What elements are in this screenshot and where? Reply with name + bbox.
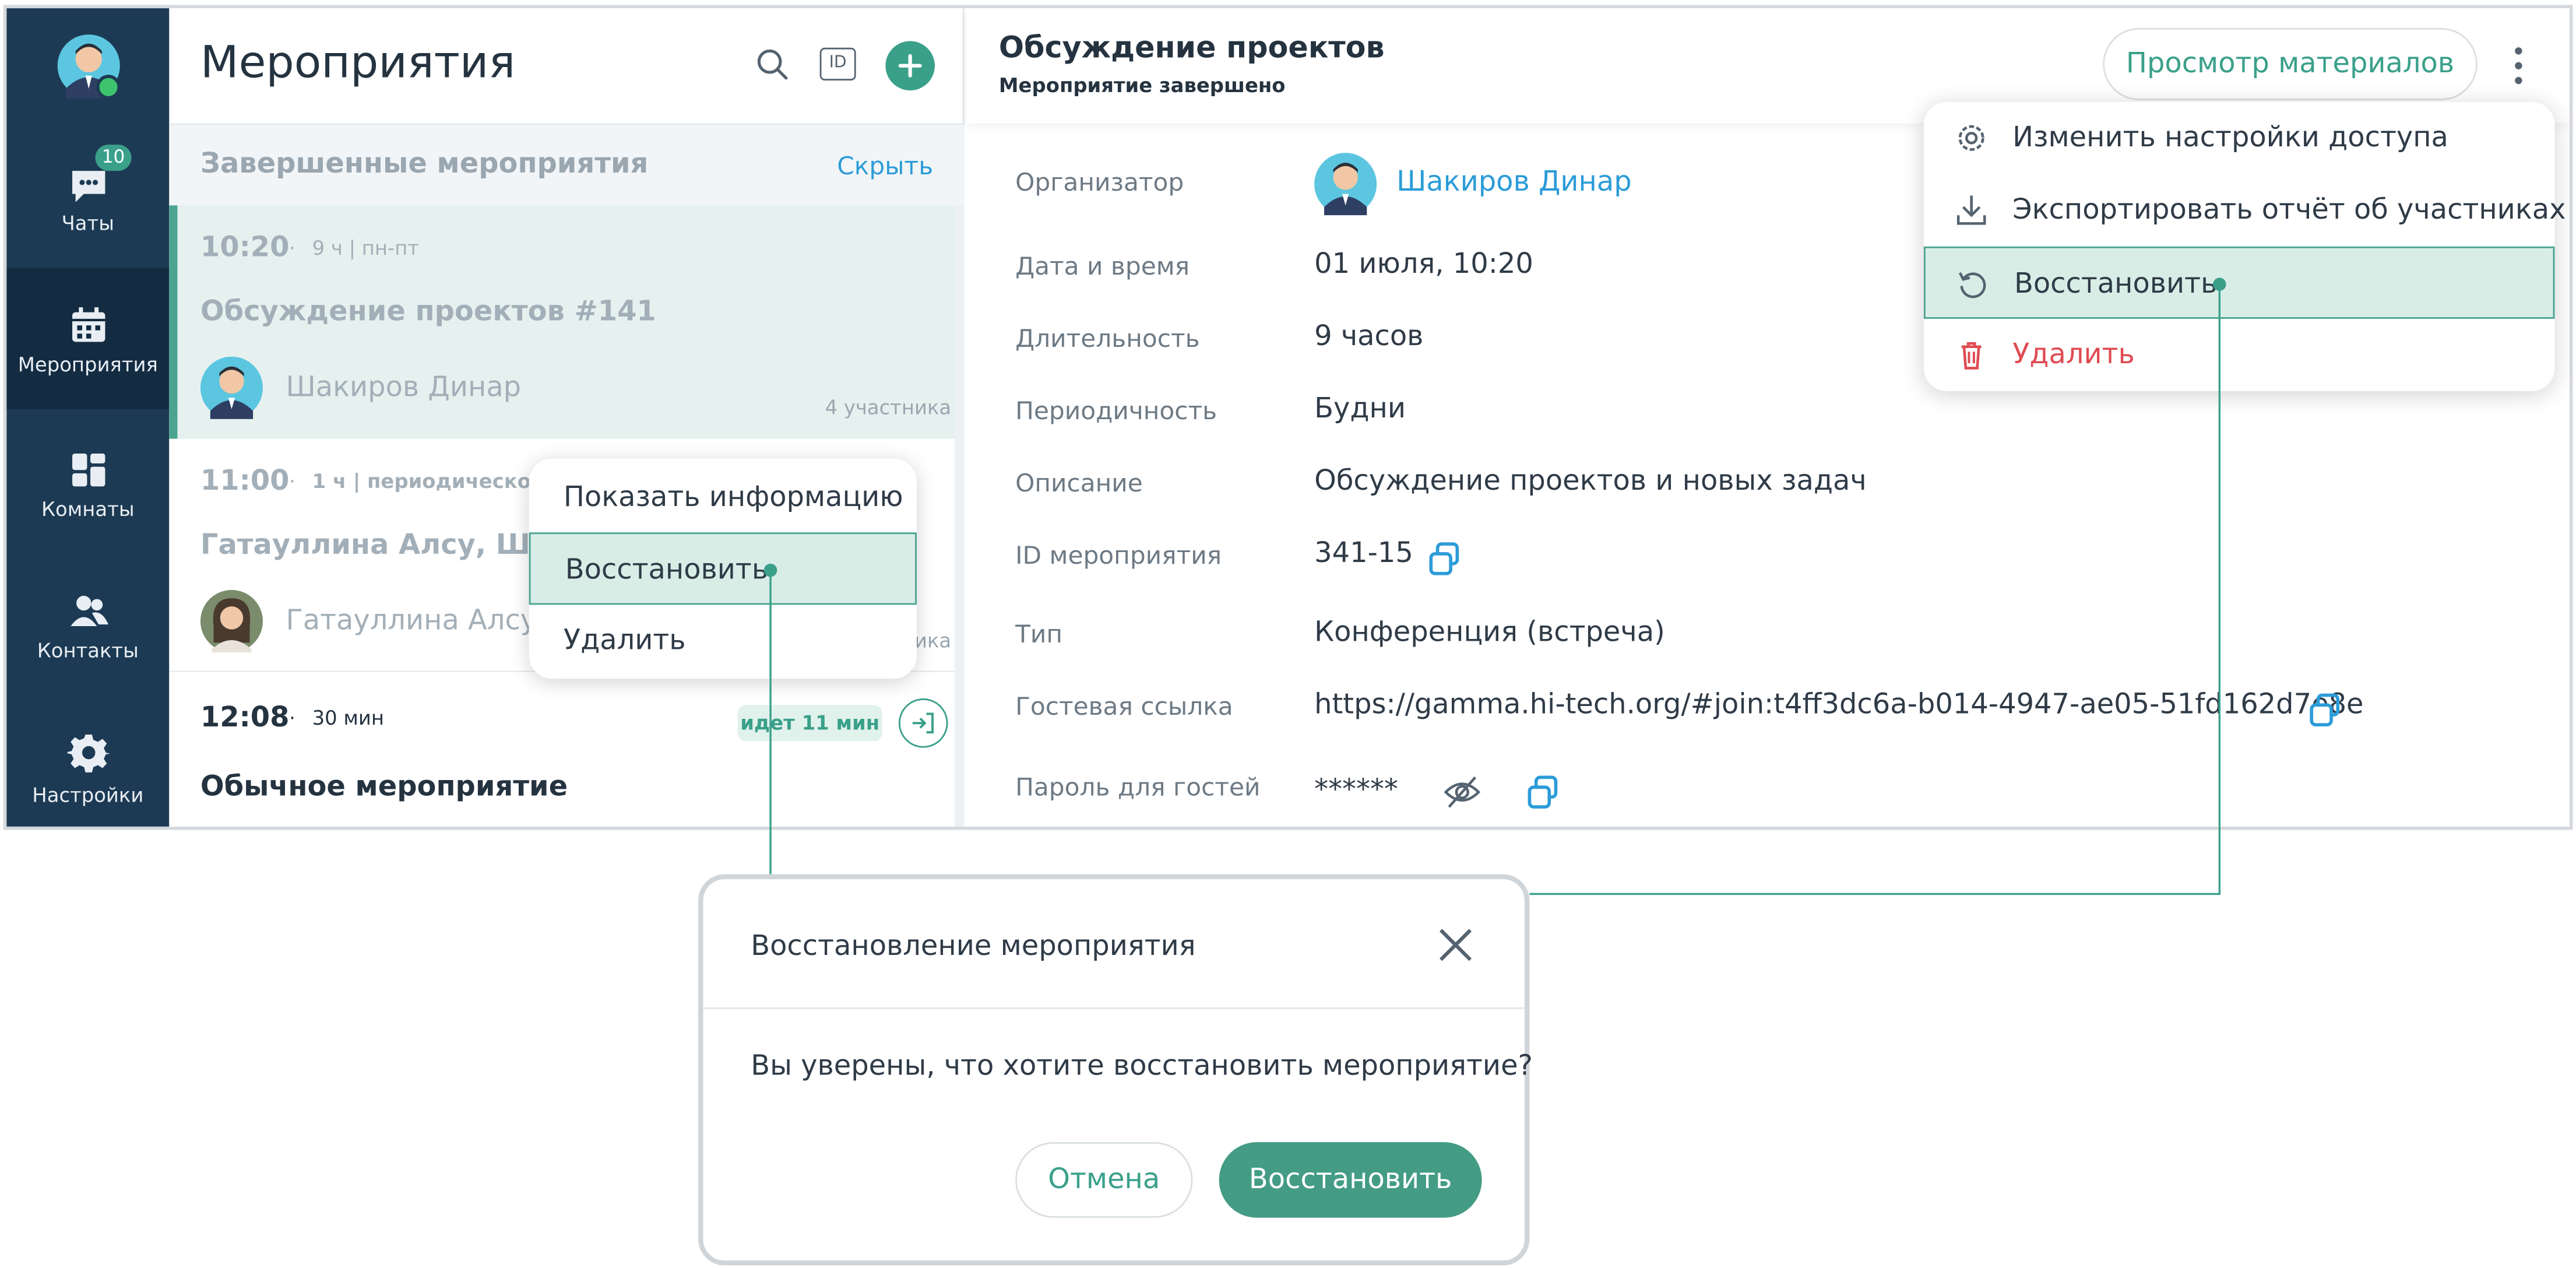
- event-meta: 30 мин: [312, 707, 385, 730]
- event-item[interactable]: 10:20 · 9 ч | пн-пт Обсуждение проектов …: [169, 205, 965, 439]
- chat-icon: [72, 171, 105, 202]
- hide-section-link[interactable]: Скрыть: [837, 151, 933, 181]
- dialog-message: Вы уверены, что хотите восстановить меро…: [751, 1050, 1533, 1083]
- nav-label-settings: Настройки: [32, 784, 144, 807]
- menu-item-restore[interactable]: Восстановить: [529, 532, 917, 605]
- organizer-name-link[interactable]: Шакиров Динар: [1396, 166, 1632, 199]
- event-dot: ·: [289, 470, 295, 493]
- event-status-badge: идет 11 мин: [737, 705, 882, 742]
- menu-item-delete[interactable]: Удалить: [1924, 319, 2554, 391]
- section-title: Завершенные мероприятия: [200, 147, 649, 181]
- add-event-button[interactable]: [885, 41, 935, 91]
- participants-count: 4 участника: [825, 396, 952, 419]
- duration-value: 9 часов: [1314, 320, 1424, 354]
- datetime-value: 01 июля, 10:20: [1314, 248, 1533, 282]
- nav-label-chats: Чаты: [61, 212, 114, 236]
- description-value: Обсуждение проектов и новых задач: [1314, 465, 1867, 498]
- page-title: Мероприятия: [200, 37, 516, 89]
- calendar-icon: [72, 307, 105, 342]
- avatar: [200, 589, 263, 653]
- more-options-menu: Изменить настройки доступа Экспортироват…: [1923, 101, 2566, 391]
- close-icon[interactable]: [1433, 922, 1479, 968]
- eye-off-icon[interactable]: [1442, 774, 1482, 810]
- restore-icon: [1958, 272, 1986, 298]
- event-id-label: ID мероприятия: [1015, 540, 1222, 571]
- nav-item-contacts[interactable]: Контакты: [6, 550, 169, 691]
- event-status-text: Мероприятие завершено: [998, 73, 1286, 97]
- user-avatar[interactable]: [56, 33, 122, 99]
- search-icon[interactable]: [756, 48, 789, 80]
- contacts-icon: [71, 595, 109, 627]
- event-time: 11:00: [200, 465, 290, 498]
- nav-label-events: Мероприятия: [17, 353, 158, 377]
- copy-icon[interactable]: [1525, 774, 1561, 810]
- event-title: Обычное мероприятие: [200, 771, 568, 804]
- menu-item-delete[interactable]: Удалить: [529, 605, 917, 677]
- event-detail-title: Обсуждение проектов: [998, 31, 1385, 66]
- dialog-divider: [703, 1007, 1525, 1009]
- guest-link-label: Гостевая ссылка: [1015, 691, 1233, 722]
- duration-label: Длительность: [1015, 324, 1200, 354]
- nav-item-chats[interactable]: Чаты: [6, 127, 169, 268]
- menu-label: Удалить: [2012, 338, 2135, 372]
- event-item[interactable]: 12:08 · 30 мин идет 11 мин Обычное мероп…: [169, 672, 965, 827]
- cancel-button[interactable]: Отмена: [1015, 1142, 1193, 1218]
- nav-label-rooms: Комнаты: [41, 498, 135, 521]
- menu-item-access-settings[interactable]: Изменить настройки доступа: [1924, 102, 2554, 174]
- guest-password-label: Пароль для гостей: [1015, 772, 1261, 802]
- event-meta: 1 ч | периодическое: [312, 470, 544, 493]
- event-dot: ·: [289, 236, 295, 260]
- datetime-label: Дата и время: [1015, 251, 1190, 282]
- completed-events-section: Завершенные мероприятия Скрыть: [169, 123, 965, 206]
- unread-badge: 10: [95, 145, 132, 171]
- copy-icon[interactable]: [2307, 692, 2343, 728]
- description-label: Описание: [1015, 468, 1143, 498]
- organizer-avatar: [1314, 153, 1377, 216]
- rooms-icon: [72, 454, 105, 487]
- event-time: 12:08: [200, 701, 290, 735]
- trash-icon: [1961, 342, 1982, 370]
- dialog-title: Восстановление мероприятия: [751, 930, 1196, 963]
- event-organizer: Шакиров Динар: [286, 371, 522, 405]
- nav-label-contacts: Контакты: [37, 639, 139, 663]
- avatar: [200, 356, 263, 419]
- nav-item-events[interactable]: Мероприятия: [6, 268, 170, 409]
- view-materials-button[interactable]: Просмотр материалов: [2103, 27, 2478, 100]
- menu-item-show-info[interactable]: Показать информацию: [529, 462, 917, 534]
- guest-password-value: ******: [1314, 774, 1398, 807]
- sidebar-nav: Чаты 10 Мероприятия Комнаты Контакты Нас…: [6, 8, 170, 827]
- nav-item-rooms[interactable]: Комнаты: [6, 409, 169, 550]
- event-time: 10:20: [200, 231, 290, 265]
- event-meta: 9 ч | пн-пт: [312, 236, 420, 260]
- event-id-value: 341-15: [1314, 537, 1413, 571]
- menu-item-export-report[interactable]: Экспортировать отчёт об участниках: [1924, 174, 2566, 247]
- id-search-icon[interactable]: ID: [819, 47, 856, 81]
- menu-label: Экспортировать отчёт об участниках: [2012, 194, 2566, 227]
- guest-link-value: https://gamma.hi-tech.org/#join:t4ff3dc6…: [1314, 689, 2364, 722]
- restore-confirm-dialog: Восстановление мероприятия Вы уверены, ч…: [698, 874, 1533, 1266]
- nav-item-settings[interactable]: Настройки: [6, 692, 169, 827]
- periodicity-value: Будни: [1314, 392, 1406, 426]
- event-context-menu: Показать информацию Восстановить Удалить: [529, 458, 917, 679]
- organizer-label: Организатор: [1015, 167, 1184, 198]
- menu-label: Восстановить: [2014, 268, 2218, 301]
- gear-icon: [67, 735, 110, 772]
- type-value: Конференция (встреча): [1314, 616, 1665, 649]
- type-label: Тип: [1015, 619, 1063, 649]
- restore-button[interactable]: Восстановить: [1219, 1142, 1482, 1218]
- gear-icon: [1958, 125, 1984, 151]
- events-list-panel: Мероприятия ID Завершенные мероприятия С…: [169, 8, 965, 827]
- menu-label: Изменить настройки доступа: [2012, 121, 2448, 154]
- more-options-icon[interactable]: [2514, 44, 2524, 87]
- download-icon: [1956, 195, 1986, 225]
- list-scrollbar[interactable]: [954, 205, 965, 827]
- event-title: Обсуждение проектов #141: [200, 296, 656, 329]
- event-dot: ·: [289, 707, 295, 730]
- event-participant: Гатауллина Алсу: [286, 605, 537, 638]
- join-event-button[interactable]: [898, 698, 948, 748]
- periodicity-label: Периодичность: [1015, 396, 1217, 426]
- copy-icon[interactable]: [1426, 540, 1462, 577]
- menu-item-restore[interactable]: Восстановить: [1923, 246, 2555, 319]
